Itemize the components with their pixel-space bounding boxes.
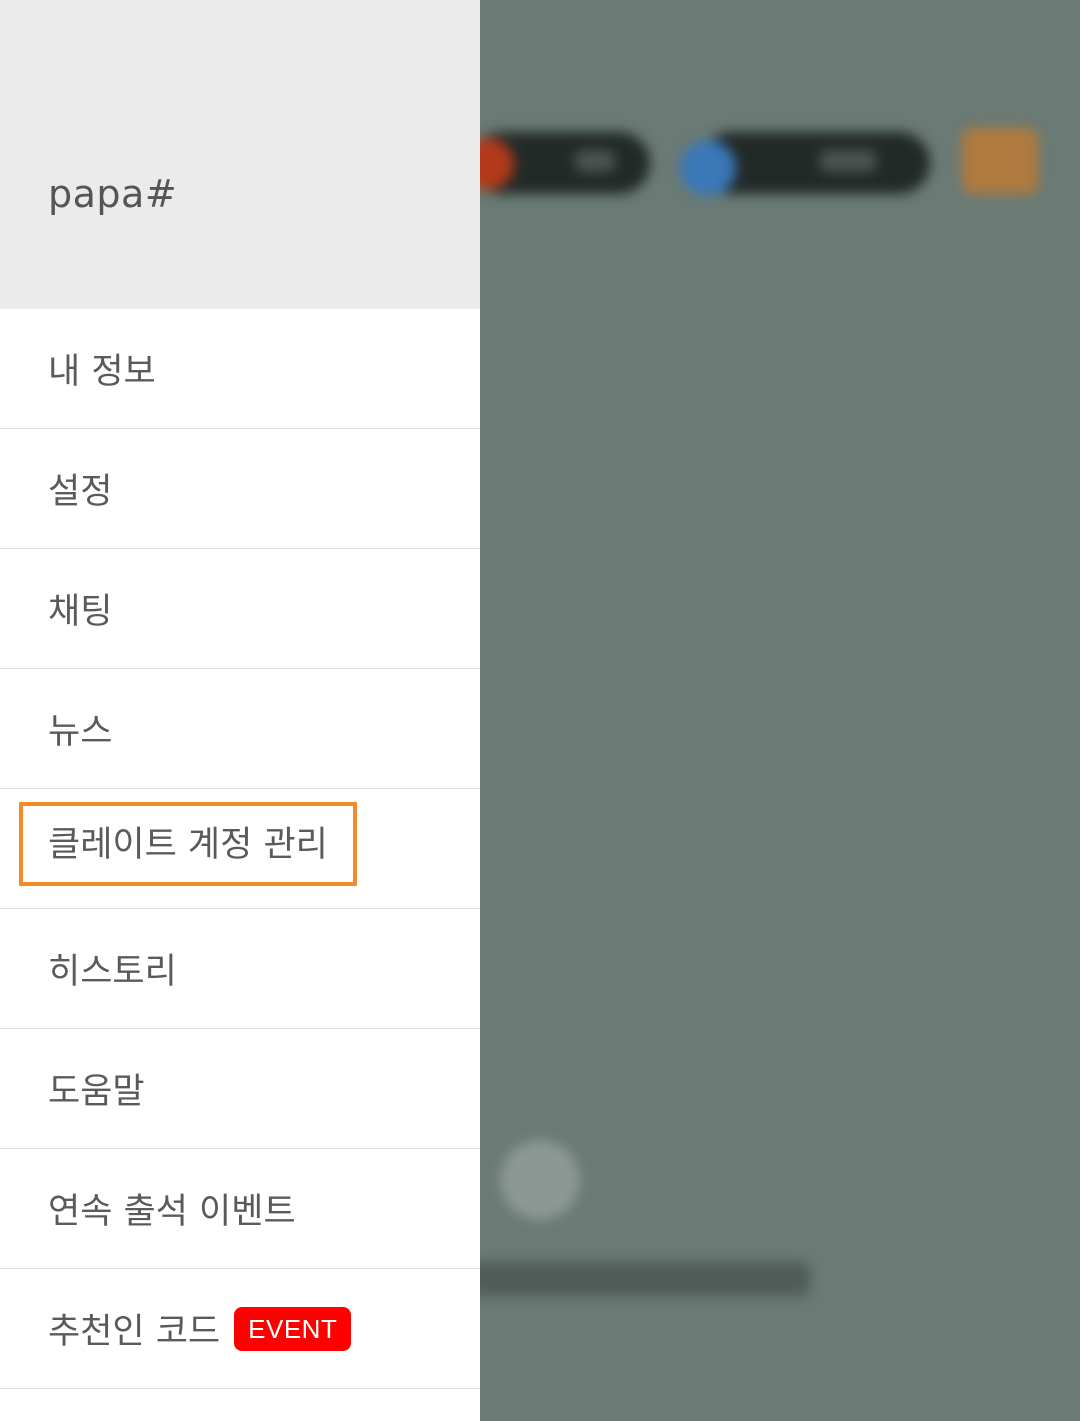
menu-item-label: 채팅 xyxy=(48,592,113,632)
username: papa# xyxy=(48,172,178,216)
menu-item-settings[interactable]: 설정 xyxy=(0,429,480,549)
menu-item-chat[interactable]: 채팅 xyxy=(0,549,480,669)
blurred-text xyxy=(470,1262,810,1296)
menu-item-my-info[interactable]: 내 정보 xyxy=(0,309,480,429)
screen: papa# 내 정보 설정 채팅 뉴스 클레이트 계정 관리 히스토리 도움말 … xyxy=(0,0,1080,1421)
menu-item-help[interactable]: 도움말 xyxy=(0,1029,480,1149)
shop-icon xyxy=(962,128,1038,194)
menu-item-label: 뉴스 xyxy=(48,712,113,752)
menu-item-label: 내 정보 xyxy=(48,352,156,392)
event-badge: EVENT xyxy=(234,1306,352,1351)
menu-item-attendance-event[interactable]: 연속 출석 이벤트 xyxy=(0,1149,480,1269)
menu-item-label: 설정 xyxy=(48,472,113,512)
avatar-placeholder xyxy=(500,1140,580,1220)
menu-item-label: 클레이트 계정 관리 xyxy=(48,825,328,865)
drawer-header: papa# xyxy=(0,0,480,309)
currency-pill-value xyxy=(820,150,876,172)
menu-item-label: 히스토리 xyxy=(48,952,177,992)
side-drawer: papa# 내 정보 설정 채팅 뉴스 클레이트 계정 관리 히스토리 도움말 … xyxy=(0,0,480,1421)
menu-item-label: 도움말 xyxy=(48,1072,145,1112)
menu-item-label: 추천인 코드 xyxy=(48,1312,221,1352)
menu-item-news[interactable]: 뉴스 xyxy=(0,669,480,789)
currency-pill-value xyxy=(575,150,615,172)
blue-currency-icon xyxy=(680,140,736,196)
drawer-menu: 내 정보 설정 채팅 뉴스 클레이트 계정 관리 히스토리 도움말 연속 출석 … xyxy=(0,309,480,1389)
menu-item-klaytn-account[interactable]: 클레이트 계정 관리 xyxy=(0,789,480,909)
menu-item-label: 연속 출석 이벤트 xyxy=(48,1192,296,1232)
menu-item-referral-code[interactable]: 추천인 코드 EVENT xyxy=(0,1269,480,1389)
menu-item-history[interactable]: 히스토리 xyxy=(0,909,480,1029)
